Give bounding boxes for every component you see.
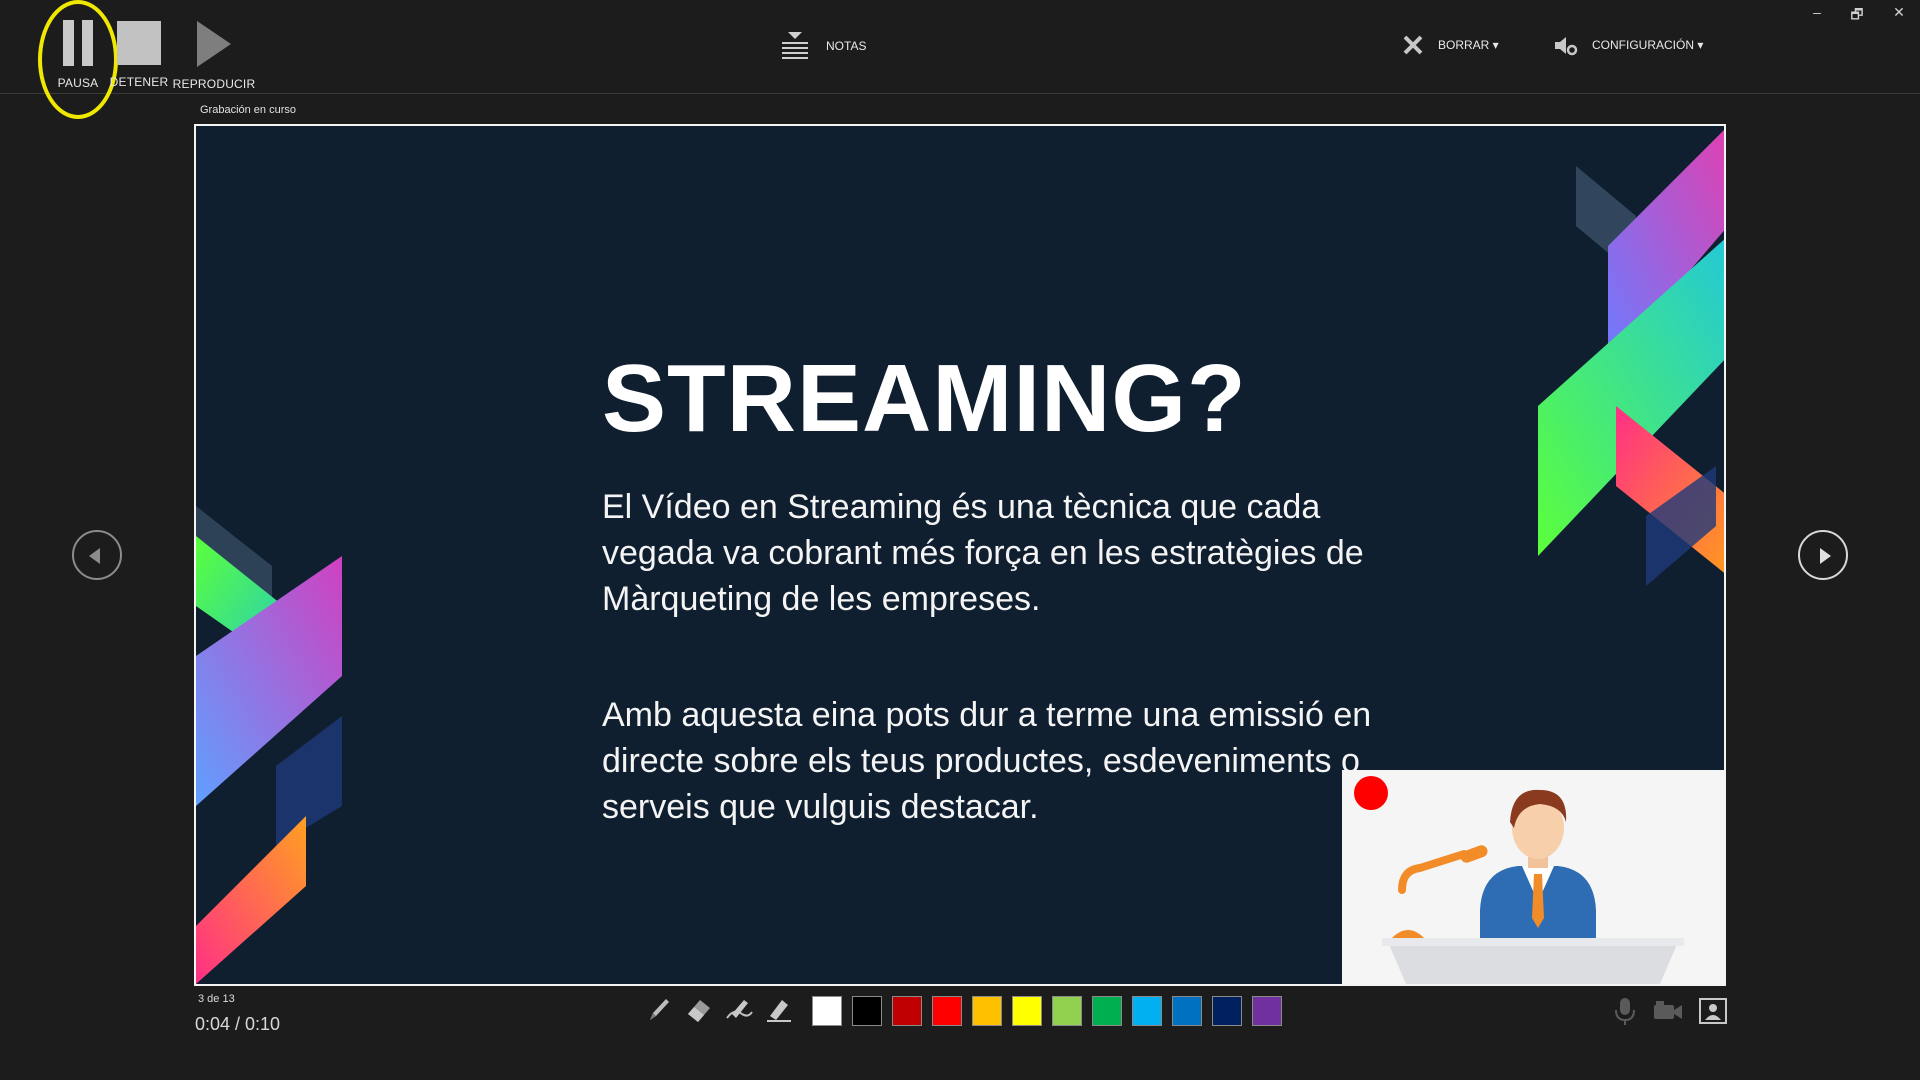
chevron-right-icon <box>1820 548 1831 564</box>
play-icon <box>197 21 231 67</box>
slide-title: STREAMING? <box>602 345 1247 452</box>
stop-icon <box>117 21 161 65</box>
highlight-circle <box>38 0 118 119</box>
eraser-icon[interactable] <box>684 994 714 1024</box>
camera-preview <box>1342 770 1724 984</box>
slide-paragraph-2: Amb aquesta eina pots dur a terme una em… <box>602 696 1372 826</box>
previous-slide-button[interactable] <box>72 530 122 580</box>
settings-label: CONFIGURACIÓN ▾ <box>1592 38 1704 52</box>
settings-menu[interactable]: CONFIGURACIÓN ▾ <box>1554 34 1703 56</box>
ink-color-swatch[interactable] <box>1092 996 1122 1026</box>
ink-color-swatch[interactable] <box>852 996 882 1026</box>
marker-icon[interactable] <box>764 994 794 1024</box>
ink-color-swatch[interactable] <box>932 996 962 1026</box>
ink-color-swatch[interactable] <box>1212 996 1242 1026</box>
camera-preview-icon[interactable] <box>1698 997 1728 1030</box>
highlighter-pen-icon[interactable] <box>724 994 754 1024</box>
ink-color-palette <box>812 996 1282 1026</box>
microphone-icon[interactable] <box>1612 996 1638 1031</box>
pen-toolbar <box>644 994 794 1024</box>
close-button[interactable]: ✕ <box>1884 4 1914 21</box>
pen-icon[interactable] <box>644 994 674 1024</box>
camera-icon[interactable] <box>1652 999 1684 1028</box>
chevron-left-icon <box>89 548 100 564</box>
ink-color-swatch[interactable] <box>972 996 1002 1026</box>
next-slide-button[interactable] <box>1798 530 1848 580</box>
ink-color-swatch[interactable] <box>1172 996 1202 1026</box>
stop-label: DETENER <box>109 75 169 89</box>
left-decoration <box>196 506 342 984</box>
recording-toolbar: PAUSA DETENER REPRODUCIR NOTAS BORRAR ▾ … <box>0 0 1920 119</box>
ink-color-swatch[interactable] <box>812 996 842 1026</box>
recording-window: PAUSA DETENER REPRODUCIR NOTAS BORRAR ▾ … <box>0 0 1920 1080</box>
notes-button[interactable]: NOTAS <box>780 30 866 62</box>
ink-color-swatch[interactable] <box>1052 996 1082 1026</box>
erase-label: BORRAR ▾ <box>1438 38 1499 52</box>
recording-status: Grabación en curso <box>200 104 296 116</box>
restore-button[interactable]: 🗗 <box>1842 4 1872 28</box>
play-label: REPRODUCIR <box>172 77 256 91</box>
ink-color-swatch[interactable] <box>1012 996 1042 1026</box>
notes-label: NOTAS <box>826 39 867 53</box>
stop-button[interactable]: DETENER <box>108 12 170 89</box>
erase-menu[interactable]: BORRAR ▾ <box>1402 34 1499 56</box>
slide-preview: STREAMING? El Vídeo en Streaming és una … <box>194 124 1726 986</box>
notes-icon <box>782 32 808 59</box>
right-decoration <box>1538 130 1724 586</box>
presenter-illustration <box>1382 789 1684 984</box>
ink-color-swatch[interactable] <box>1252 996 1282 1026</box>
minimize-button[interactable]: – <box>1802 4 1832 20</box>
slide-counter: 3 de 13 <box>198 993 235 1005</box>
ink-color-swatch[interactable] <box>892 996 922 1026</box>
recording-time: 0:04 / 0:10 <box>195 1014 281 1034</box>
media-toolbar <box>1612 996 1728 1031</box>
ink-color-swatch[interactable] <box>1132 996 1162 1026</box>
close-x-icon <box>1403 35 1423 55</box>
settings-icon <box>1555 37 1578 56</box>
slide-paragraph-1: El Vídeo en Streaming és una tècnica que… <box>602 488 1364 618</box>
play-button[interactable]: REPRODUCIR <box>172 12 256 91</box>
